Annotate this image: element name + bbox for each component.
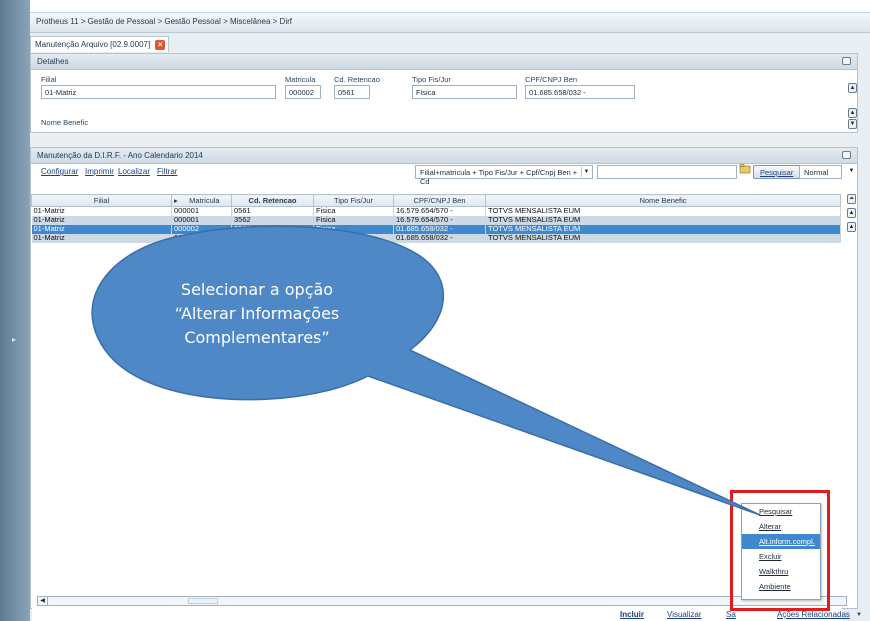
sort-arrow-icon: ▸ xyxy=(174,196,178,205)
scroll-up-icon[interactable]: ▲ xyxy=(847,222,856,232)
cell: 01.685.658/032 - xyxy=(393,233,486,243)
scroll-top-icon[interactable]: ⏶ xyxy=(847,194,856,204)
tipo-label: Tipo Fis/Jur xyxy=(412,75,451,84)
nome-benefic-label: Nome Benefic xyxy=(41,118,89,127)
scroll-down-icon[interactable]: ▼ xyxy=(848,119,857,129)
col-filial[interactable]: Filial xyxy=(31,194,172,207)
localizar-link[interactable]: Localizar xyxy=(118,167,150,176)
filial-field[interactable]: 01-Matriz xyxy=(41,85,276,99)
scroll-thumb[interactable] xyxy=(188,598,218,604)
cell: 3562 xyxy=(231,233,314,243)
cpf-field[interactable]: 01.685.658/032 - xyxy=(525,85,635,99)
order-select[interactable]: Filial+matricula + Tipo Fis/Jur + Cpf/Cn… xyxy=(415,165,593,186)
tab-label: Manutenção Arquivo [02.9.0007] xyxy=(35,40,151,49)
configurar-link[interactable]: Configurar xyxy=(41,167,78,176)
incluir-button[interactable]: Incluir xyxy=(620,610,644,619)
highlight-box xyxy=(730,490,830,611)
col-nome[interactable]: Nome Benefic xyxy=(485,194,841,207)
scroll-up-icon[interactable]: ▲ xyxy=(848,108,857,118)
col-tipo[interactable]: Tipo Fis/Jur xyxy=(313,194,394,207)
chevron-down-icon[interactable]: ▼ xyxy=(847,167,856,177)
cell: Fisica xyxy=(313,233,394,243)
col-cpf[interactable]: CPF/CNPJ Ben xyxy=(393,194,486,207)
dirf-table: Filial ▸ Matricula Cd. Retencao Tipo Fis… xyxy=(31,194,841,243)
collapse-arrow-icon[interactable]: ▸ xyxy=(12,335,18,345)
detalhes-title: Detalhes xyxy=(37,57,69,66)
imprimir-link[interactable]: Imprimir xyxy=(85,167,114,176)
visualizar-button[interactable]: Visualizar xyxy=(667,610,702,619)
view-select[interactable]: Normal xyxy=(799,165,842,179)
tab-manutencao-arquivo[interactable]: Manutenção Arquivo [02.9.0007] × xyxy=(30,36,170,52)
matricula-label: Matricula xyxy=(285,75,316,84)
callout-line-1: Selecionar a opção xyxy=(180,280,334,299)
grid-header: Manutenção da D.I.R.F. - Ano Calendario … xyxy=(31,148,857,164)
matricula-field[interactable]: 000002 xyxy=(285,85,321,99)
table-row[interactable]: 01-Matriz 000002 3562 Fisica 01.685.658/… xyxy=(31,233,841,243)
scroll-left-icon[interactable]: ◀ xyxy=(38,597,48,605)
chevron-down-icon: ▼ xyxy=(581,167,591,177)
folder-icon[interactable] xyxy=(739,162,751,174)
col-matricula-label: Matricula xyxy=(189,196,220,205)
view-select-value: Normal xyxy=(804,168,829,177)
detalhes-header: Detalhes xyxy=(31,54,857,70)
callout-line-2: “Alterar Informações xyxy=(174,304,340,323)
acoes-relacionadas-button[interactable]: Ações Relacionadas xyxy=(777,610,850,619)
cell: TOTVS MENSALISTA EUM xyxy=(485,233,841,243)
close-icon[interactable]: × xyxy=(155,40,166,50)
grid-area xyxy=(32,194,842,621)
callout-text: Selecionar a opção “Alterar Informações … xyxy=(142,278,372,350)
search-input[interactable] xyxy=(597,165,737,179)
horizontal-scrollbar[interactable]: ◀ xyxy=(37,596,847,606)
cell: 000002 xyxy=(171,233,232,243)
order-select-value: Filial+matricula + Tipo Fis/Jur + Cpf/Cn… xyxy=(420,168,578,186)
retencao-label: Cd. Retencao xyxy=(334,75,380,84)
cpf-label: CPF/CNPJ Ben xyxy=(525,75,578,84)
filtrar-link[interactable]: Filtrar xyxy=(157,167,177,176)
grid-title: Manutenção da D.I.R.F. - Ano Calendario … xyxy=(37,151,203,160)
retencao-field[interactable]: 0561 xyxy=(334,85,370,99)
collapse-icon[interactable] xyxy=(842,57,851,65)
col-retencao[interactable]: Cd. Retencao xyxy=(231,194,314,207)
tab-bar: Manutenção Arquivo [02.9.0007] × xyxy=(30,34,870,52)
scroll-up-icon[interactable]: ▲ xyxy=(848,83,857,93)
tipo-field[interactable]: Fisica xyxy=(412,85,517,99)
cell: 01-Matriz xyxy=(31,233,172,243)
scroll-up-icon[interactable]: ▲ xyxy=(847,208,856,218)
pesquisar-button[interactable]: Pesquisar xyxy=(753,165,801,179)
chevron-down-icon[interactable]: ▼ xyxy=(856,612,862,618)
breadcrumb: Protheus 11 > Gestão de Pessoal > Gestão… xyxy=(30,13,870,33)
filial-label: Filial xyxy=(41,75,57,84)
sair-button[interactable]: Sa xyxy=(726,610,736,619)
left-frame: ▸ xyxy=(0,0,30,621)
collapse-icon[interactable] xyxy=(842,151,851,159)
callout-line-3: Complementares” xyxy=(184,328,330,347)
col-matricula[interactable]: ▸ Matricula xyxy=(171,194,232,207)
detalhes-panel: Detalhes Filial 01-Matriz Matricula 0000… xyxy=(30,53,858,133)
